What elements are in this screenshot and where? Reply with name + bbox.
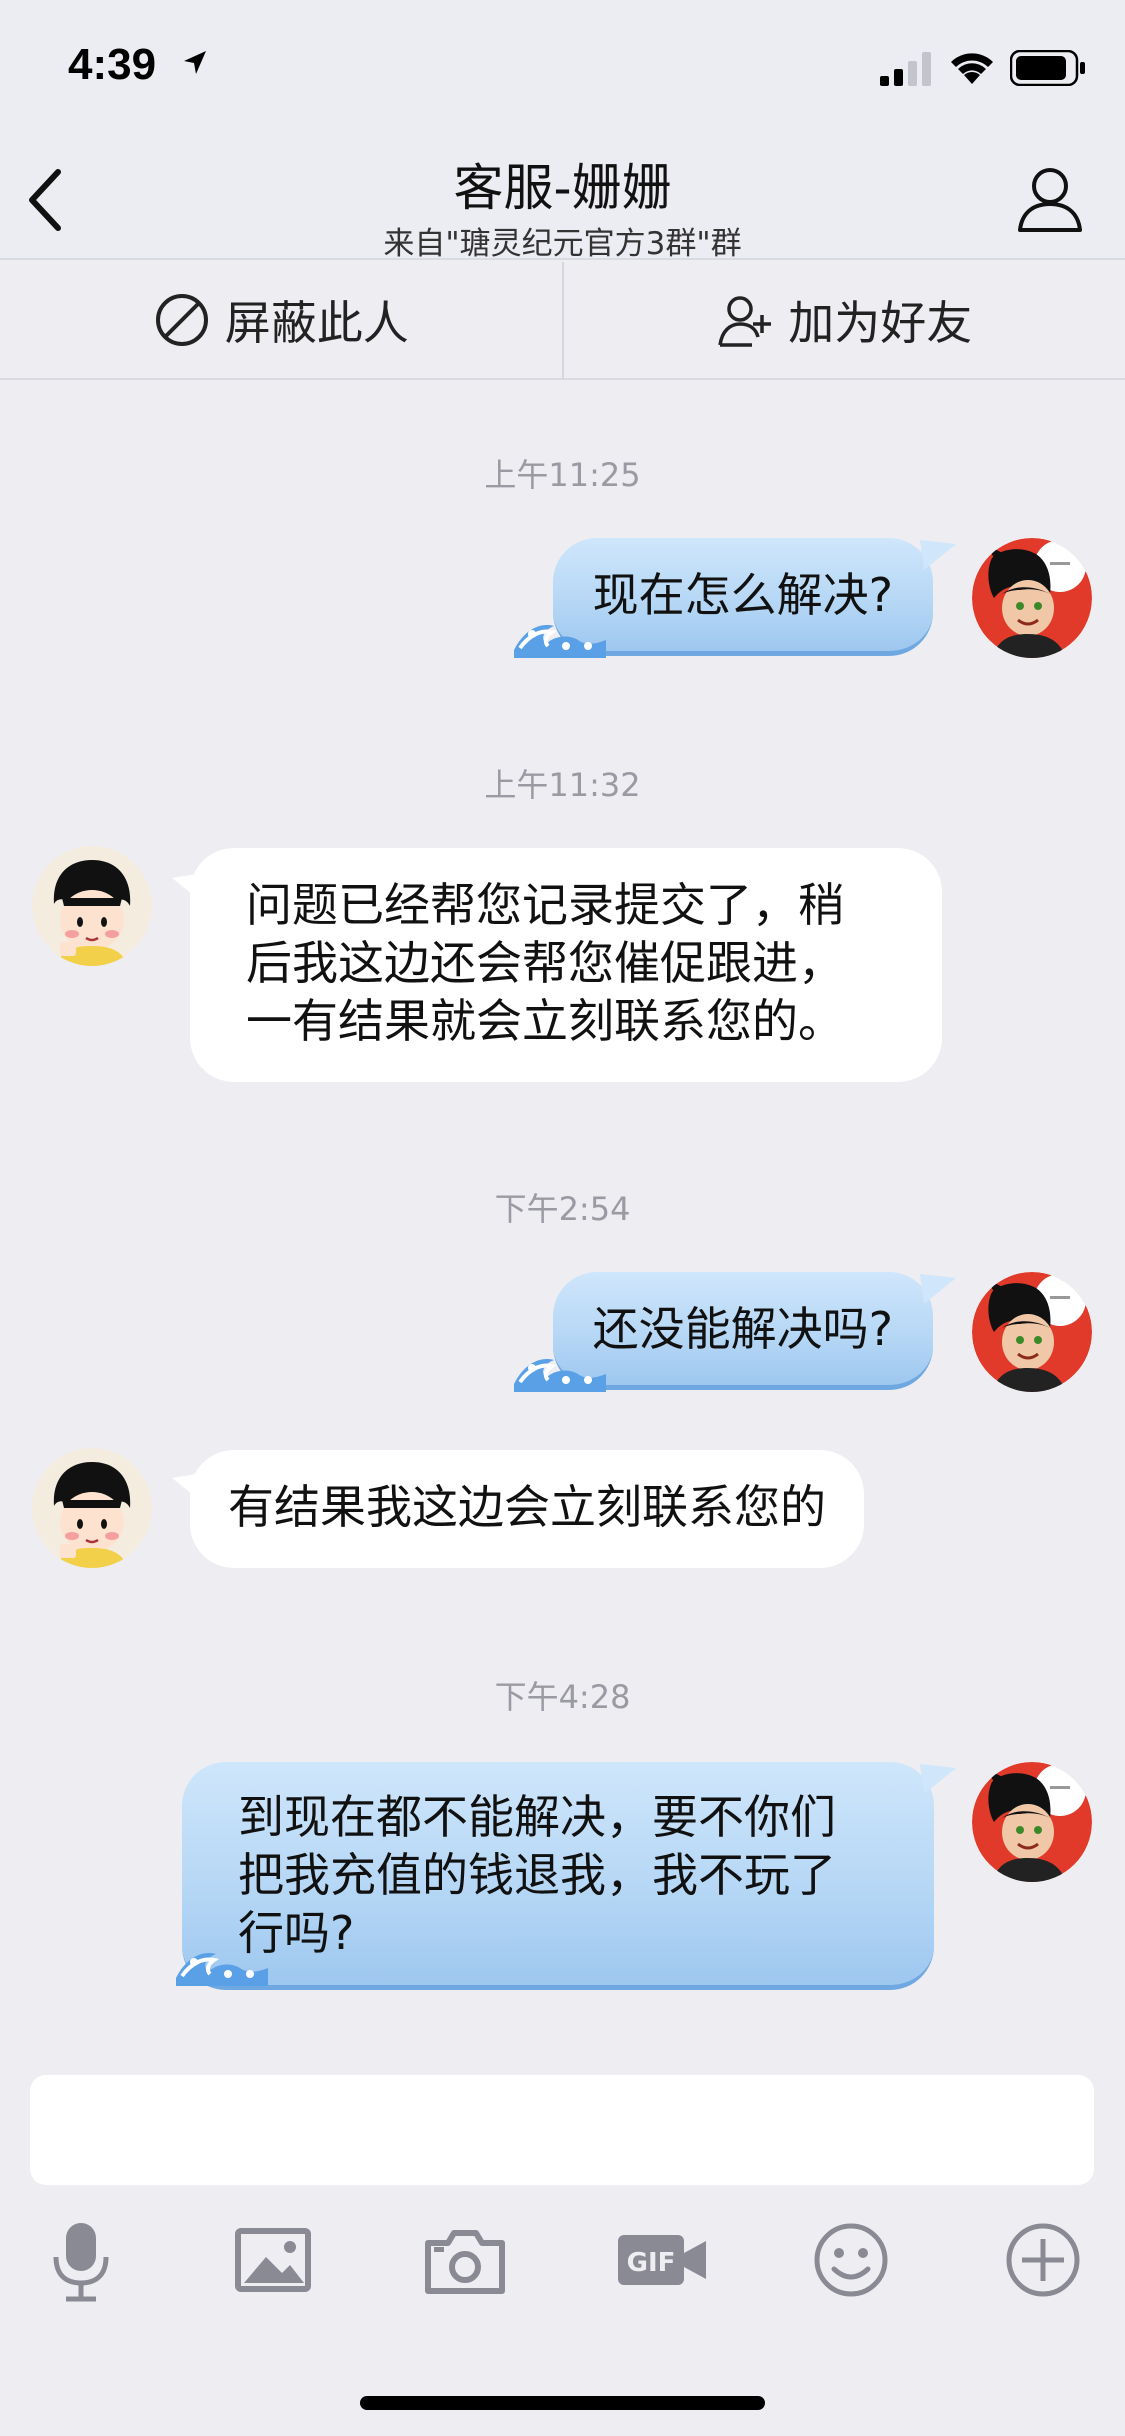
message-text: 行吗? [238, 1906, 355, 1960]
message-text: 后我这边还会帮您催促跟进， [246, 936, 844, 990]
message-text: 把我充值的钱退我，我不玩了 [238, 1848, 836, 1902]
input-toolbar: GIF [0, 2215, 1125, 2305]
chat-title: 客服-姗姗 [453, 159, 672, 217]
home-indicator[interactable] [360, 2396, 765, 2410]
block-icon [155, 294, 208, 346]
emoji-icon[interactable] [806, 2215, 896, 2305]
message-timestamp: 下午2:54 [494, 1190, 631, 1228]
message-timestamp: 上午11:25 [484, 456, 641, 494]
bubble-tail [920, 540, 956, 570]
add-friend-button[interactable]: 加为好友 [564, 262, 1125, 378]
message-text: 现在怎么解决? [592, 568, 893, 622]
status-time: 4:39 [68, 40, 157, 89]
cellular-signal-icon [880, 52, 931, 86]
message-text: 问题已经帮您记录提交了，稍 [246, 878, 844, 932]
location-arrow-icon [184, 51, 206, 74]
message-bubble-incoming[interactable]: 问题已经帮您记录提交了，稍 后我这边还会帮您催促跟进， 一有结果就会立刻联系您的… [190, 848, 942, 1082]
add-friend-icon [718, 296, 772, 347]
message-bubble-outgoing[interactable]: 到现在都不能解决，要不你们 把我充值的钱退我，我不玩了 行吗? [182, 1762, 934, 1990]
wave-decoration-icon [512, 623, 608, 660]
my-avatar[interactable] [972, 1272, 1092, 1392]
action-bar: 屏蔽此人 加为好友 [0, 262, 1125, 380]
svg-text:GIF: GIF [627, 2248, 676, 2278]
agent-avatar[interactable] [32, 846, 152, 966]
agent-avatar[interactable] [32, 1448, 152, 1568]
bubble-tail [920, 1764, 956, 1794]
gif-icon[interactable]: GIF [612, 2215, 712, 2305]
microphone-icon[interactable] [36, 2215, 126, 2305]
message-text: 到现在都不能解决，要不你们 [238, 1790, 836, 1844]
my-avatar[interactable] [972, 1762, 1092, 1882]
chat-subtitle: 来自"瑭灵纪元官方3群"群 [383, 226, 742, 262]
message-timestamp: 上午11:32 [484, 766, 641, 804]
wave-decoration-icon [512, 1357, 608, 1394]
profile-icon[interactable] [1010, 160, 1090, 240]
camera-icon[interactable] [420, 2215, 510, 2305]
bubble-tail [920, 1274, 956, 1304]
plus-icon[interactable] [998, 2215, 1088, 2305]
wifi-icon [951, 53, 993, 84]
battery-icon [1010, 50, 1085, 86]
message-timestamp: 下午4:28 [494, 1678, 631, 1716]
message-text: 一有结果就会立刻联系您的。 [246, 994, 844, 1048]
wave-decoration-icon [174, 1951, 270, 1988]
message-input[interactable] [30, 2075, 1094, 2185]
block-user-button[interactable]: 屏蔽此人 [0, 262, 562, 378]
image-icon[interactable] [228, 2215, 318, 2305]
add-friend-label: 加为好友 [788, 296, 973, 350]
status-bar: 4:39 [0, 0, 1125, 130]
message-text: 有结果我这边会立刻联系您的 [228, 1480, 826, 1534]
block-user-label: 屏蔽此人 [224, 296, 409, 350]
my-avatar[interactable] [972, 538, 1092, 658]
nav-bar: 客服-姗姗 来自"瑭灵纪元官方3群"群 [0, 130, 1125, 262]
message-bubble-incoming[interactable]: 有结果我这边会立刻联系您的 [190, 1450, 864, 1568]
message-text: 还没能解决吗? [592, 1302, 893, 1356]
